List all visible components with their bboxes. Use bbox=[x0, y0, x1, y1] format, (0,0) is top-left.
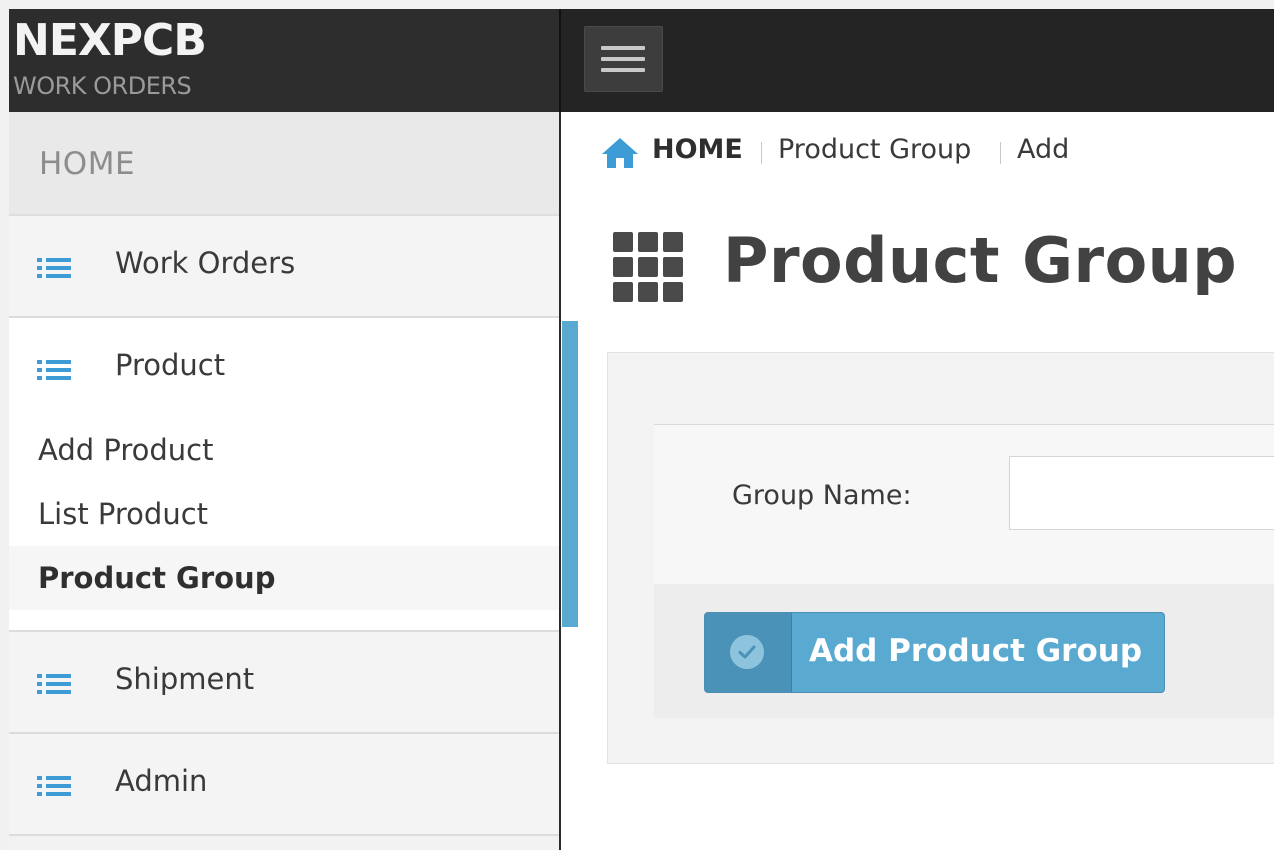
app-window: NEXPCB WORK ORDERS HOME Work Orders Prod… bbox=[9, 9, 1274, 850]
sidebar-scrollbar[interactable] bbox=[562, 321, 578, 627]
list-icon bbox=[37, 776, 71, 796]
hamburger-menu-icon[interactable] bbox=[584, 26, 663, 92]
sidebar-item-label: Shipment bbox=[115, 662, 255, 696]
add-product-group-label: Add Product Group bbox=[809, 633, 1143, 669]
sidebar-item-shipment[interactable]: Shipment bbox=[9, 632, 559, 734]
breadcrumb-add: Add bbox=[1017, 134, 1070, 165]
form-panel: Group Name: Add Product Group bbox=[607, 352, 1274, 764]
main-content: HOME Product Group Add Product Group Gro… bbox=[580, 112, 1274, 850]
page-title: Product Group bbox=[723, 224, 1238, 297]
list-icon bbox=[37, 258, 71, 278]
breadcrumb: HOME Product Group Add bbox=[580, 112, 1274, 193]
group-name-input[interactable] bbox=[1009, 456, 1274, 530]
add-product-group-button[interactable]: Add Product Group bbox=[704, 612, 1165, 693]
submenu-product-group[interactable]: Product Group bbox=[9, 546, 559, 610]
breadcrumb-product-group[interactable]: Product Group bbox=[778, 134, 971, 165]
button-icon-area bbox=[705, 613, 792, 692]
page-header: Product Group bbox=[580, 192, 1274, 352]
breadcrumb-separator bbox=[761, 142, 762, 164]
brand-name: NEXPCB bbox=[13, 15, 207, 66]
grid-icon bbox=[613, 232, 685, 304]
product-submenu: Add Product List Product Product Group bbox=[9, 418, 559, 632]
top-bar: NEXPCB WORK ORDERS bbox=[9, 9, 1274, 112]
submenu-list-product[interactable]: List Product bbox=[9, 482, 559, 546]
brand-logo[interactable]: NEXPCB WORK ORDERS bbox=[9, 9, 561, 112]
check-circle-icon bbox=[730, 635, 764, 669]
sidebar-item-product[interactable]: Product bbox=[9, 318, 559, 418]
brand-subtitle: WORK ORDERS bbox=[13, 72, 192, 100]
list-icon bbox=[37, 674, 71, 694]
sidebar-item-label: Product bbox=[115, 348, 226, 382]
list-icon bbox=[37, 360, 71, 380]
sidebar: HOME Work Orders Product Add Product Lis… bbox=[9, 112, 561, 850]
form-row: Group Name: bbox=[654, 424, 1274, 585]
sidebar-home[interactable]: HOME bbox=[9, 112, 559, 216]
group-name-label: Group Name: bbox=[732, 480, 912, 511]
breadcrumb-home[interactable]: HOME bbox=[652, 134, 743, 165]
sidebar-home-label: HOME bbox=[39, 146, 136, 182]
form-actions: Add Product Group bbox=[654, 584, 1274, 718]
sidebar-item-label: Admin bbox=[115, 764, 208, 798]
home-icon[interactable] bbox=[600, 136, 640, 170]
sidebar-item-label: Work Orders bbox=[115, 246, 296, 280]
breadcrumb-separator bbox=[1000, 142, 1001, 164]
sidebar-item-work-orders[interactable]: Work Orders bbox=[9, 216, 559, 318]
submenu-add-product[interactable]: Add Product bbox=[9, 418, 559, 482]
sidebar-item-admin[interactable]: Admin bbox=[9, 734, 559, 836]
